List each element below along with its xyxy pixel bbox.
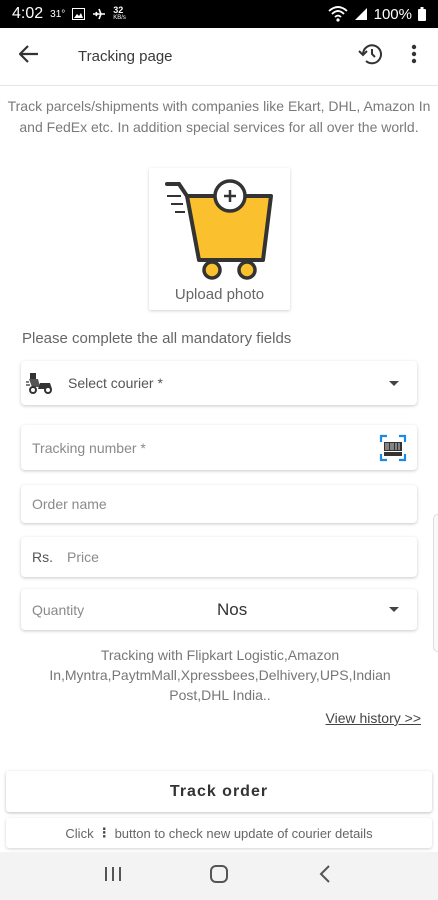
home-button[interactable] <box>199 856 239 896</box>
system-nav-bar <box>0 852 438 900</box>
more-vert-icon <box>411 44 417 69</box>
barcode-scan-icon[interactable] <box>379 434 407 462</box>
tracking-number-placeholder: Tracking number * <box>32 439 146 456</box>
nav-back-button[interactable] <box>305 856 345 896</box>
side-drawer-handle[interactable] <box>433 514 438 652</box>
hint-text-before: Click <box>65 825 94 841</box>
recents-icon <box>104 866 122 887</box>
app-bar: Tracking page <box>0 28 438 86</box>
chevron-down-icon[interactable] <box>389 607 399 612</box>
upload-photo-button[interactable]: Upload photo <box>149 168 290 310</box>
upload-photo-label: Upload photo <box>174 286 265 303</box>
delivery-scooter-icon <box>26 371 54 395</box>
recent-apps-button[interactable] <box>93 856 133 896</box>
tracking-number-field[interactable]: Tracking number * <box>21 425 417 470</box>
quantity-unit-select[interactable]: Nos <box>217 600 247 620</box>
order-name-field[interactable]: Order name <box>21 485 417 523</box>
courier-select[interactable]: Select courier * <box>21 361 417 405</box>
battery-icon <box>418 7 426 21</box>
price-placeholder: Price <box>67 549 99 565</box>
intro-text: Track parcels/shipments with companies l… <box>7 98 431 135</box>
view-history-link[interactable]: View history >> <box>326 710 421 726</box>
more-options-button[interactable] <box>392 28 436 86</box>
arrow-back-icon <box>18 45 39 68</box>
price-field[interactable]: Rs. Price <box>21 537 417 577</box>
hint-bar: Click ⋮ button to check new update of co… <box>6 818 432 848</box>
airplane-icon <box>92 8 106 20</box>
mandatory-note: Please complete the all mandatory fields <box>22 330 292 347</box>
quantity-field[interactable]: Quantity Nos <box>21 589 417 630</box>
history-icon <box>358 43 382 70</box>
currency-label: Rs. <box>32 549 53 565</box>
status-temperature: 31° <box>50 8 66 20</box>
status-time: 4:02 <box>12 5 44 22</box>
history-button[interactable] <box>348 28 392 86</box>
courier-select-placeholder: Select courier * <box>68 375 163 391</box>
data-speed-unit: KB/s <box>113 15 126 21</box>
page-title: Tracking page <box>78 48 173 65</box>
data-speed: 32 <box>113 5 124 15</box>
wifi-icon <box>328 6 348 22</box>
battery-level: 100% <box>373 5 412 23</box>
signal-icon <box>354 7 368 21</box>
gallery-icon <box>72 8 86 20</box>
back-button[interactable] <box>0 28 58 86</box>
home-icon <box>209 864 229 889</box>
quantity-placeholder: Quantity <box>32 601 85 618</box>
chevron-left-icon <box>319 864 331 888</box>
track-order-button[interactable]: Track order <box>6 771 432 812</box>
hint-text-after: button to check new update of courier de… <box>114 825 373 841</box>
more-vert-icon: ⋮ <box>97 825 111 840</box>
status-bar: 4:02 31° 32 KB/s 100% <box>0 0 438 28</box>
supported-couriers-text: Tracking with Flipkart Logistic,Amazon I… <box>49 647 391 703</box>
chevron-down-icon <box>389 380 399 386</box>
order-name-placeholder: Order name <box>32 496 107 512</box>
